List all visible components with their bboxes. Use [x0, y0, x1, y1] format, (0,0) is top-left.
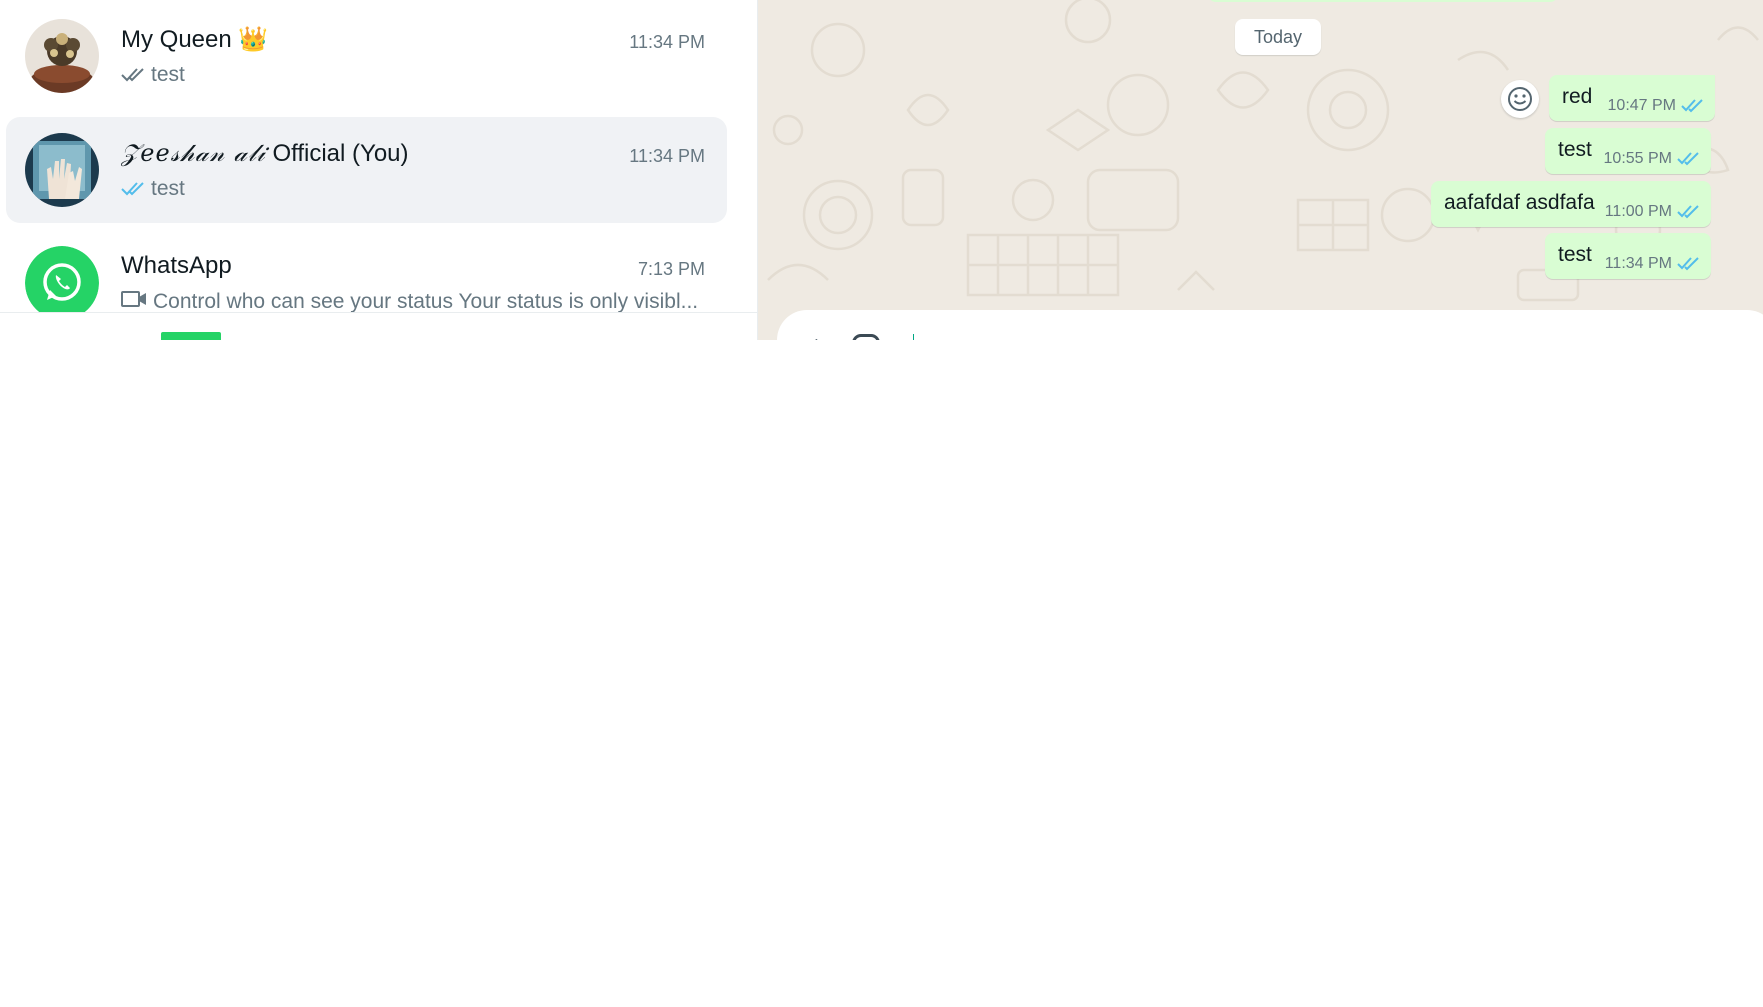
chat-list: My Queen 👑 11:34 PM test 𝒵𝑒𝑒𝓈𝒽𝒶𝓃 𝒶𝓁𝒾 Off… — [0, 0, 757, 313]
chat-time: 7:13 PM — [637, 259, 705, 279]
crown-emoji: 👑 — [238, 26, 269, 53]
double-check-icon — [1677, 152, 1699, 166]
chat-preview-text: test — [151, 177, 185, 200]
chat-preview: test — [121, 63, 185, 87]
chat-name: 𝒵𝑒𝑒𝓈𝒽𝒶𝓃 𝒶𝓁𝒾 Official (You) — [121, 139, 409, 168]
message-text: test — [1558, 138, 1592, 161]
divider — [0, 312, 757, 313]
chat-name: My Queen 👑 — [121, 25, 268, 54]
conversation-pane: Today red 10:47 PM test 10:55 PM aafafda… — [758, 0, 1763, 340]
double-check-icon — [1677, 205, 1699, 219]
video-icon — [121, 290, 147, 313]
chat-name-styled: 𝒵𝑒𝑒𝓈𝒽𝒶𝓃 𝒶𝓁𝒾 — [121, 139, 266, 167]
chat-name-text: My Queen — [121, 26, 232, 53]
chat-name-text: WhatsApp — [121, 252, 232, 279]
double-check-icon — [1677, 257, 1699, 271]
message-meta: 11:00 PM — [1605, 203, 1699, 221]
double-check-icon — [1681, 99, 1703, 113]
message-bubble-outgoing[interactable]: test 10:55 PM — [1545, 128, 1711, 174]
avatar[interactable] — [25, 133, 99, 207]
smiley-icon — [1508, 87, 1532, 111]
chat-preview: test — [121, 177, 185, 201]
message-meta: 10:47 PM — [1608, 97, 1703, 115]
message-bubble-outgoing[interactable]: aafafdaf asdfafa 11:00 PM — [1431, 181, 1711, 227]
chat-time: 11:34 PM — [629, 32, 705, 52]
chat-preview: Control who can see your status Your sta… — [121, 290, 698, 313]
text-cursor — [913, 334, 914, 340]
message-time: 10:47 PM — [1607, 97, 1676, 114]
message-bubble-outgoing[interactable]: red 10:47 PM — [1549, 75, 1715, 121]
message-bubble-outgoing[interactable]: test 11:34 PM — [1545, 233, 1711, 279]
message-composer[interactable]: + — [777, 310, 1763, 340]
chat-preview-text: Control who can see your status Your sta… — [153, 290, 699, 313]
chat-item-whatsapp[interactable]: WhatsApp 7:13 PM Control who can see you… — [6, 230, 727, 313]
message-meta: 10:55 PM — [1604, 150, 1699, 168]
message-text: red — [1562, 85, 1593, 108]
date-divider: Today — [1235, 19, 1321, 55]
chat-preview-text: test — [151, 63, 185, 86]
message-text: test — [1558, 243, 1592, 266]
double-check-icon — [121, 181, 145, 197]
filter-chip-active[interactable] — [161, 332, 221, 340]
sticker-icon[interactable] — [852, 334, 880, 340]
chat-name: WhatsApp — [121, 252, 232, 280]
plus-icon[interactable]: + — [810, 332, 823, 340]
avatar[interactable] — [25, 246, 99, 313]
message-time: 10:55 PM — [1603, 150, 1672, 167]
previous-message-bubble — [1208, 0, 1558, 2]
whatsapp-logo-icon — [25, 246, 99, 313]
message-time: 11:34 PM — [1604, 255, 1672, 272]
message-time: 11:00 PM — [1604, 203, 1672, 220]
chat-name-text: Official (You) — [272, 140, 409, 167]
chat-time: 11:34 PM — [629, 146, 705, 166]
double-check-icon — [121, 67, 145, 83]
message-meta: 11:34 PM — [1605, 255, 1699, 273]
avatar[interactable] — [25, 19, 99, 93]
react-button[interactable] — [1501, 80, 1539, 118]
chat-item-my-queen[interactable]: My Queen 👑 11:34 PM test — [6, 3, 727, 109]
message-text: aafafdaf asdfafa — [1444, 191, 1595, 214]
chat-item-self[interactable]: 𝒵𝑒𝑒𝓈𝒽𝒶𝓃 𝒶𝓁𝒾 Official (You) 11:34 PM test — [6, 117, 727, 223]
